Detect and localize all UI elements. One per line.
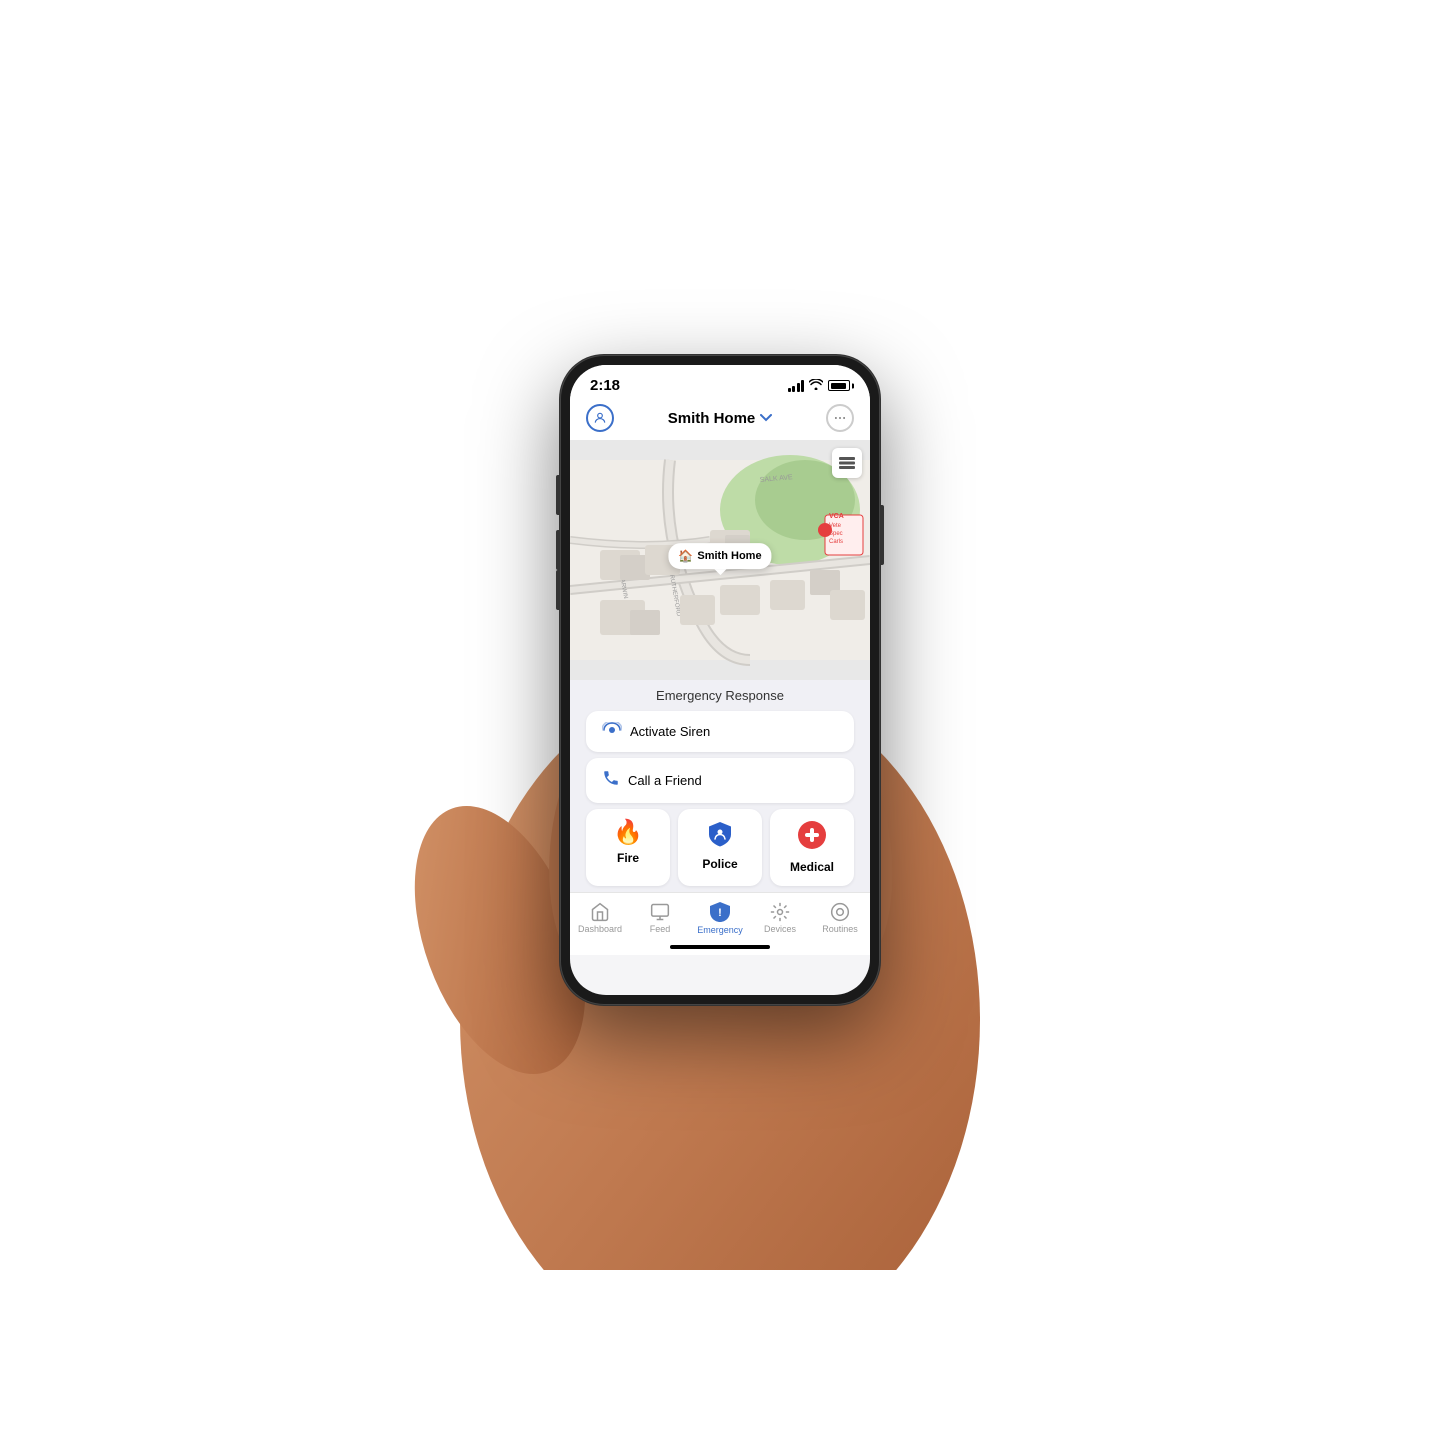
devices-nav-icon (770, 902, 790, 922)
profile-button[interactable] (586, 404, 614, 432)
fire-icon: 🔥 (613, 821, 643, 845)
more-button[interactable] (826, 404, 854, 432)
app-container: 2:18 (320, 170, 1120, 1270)
police-label: Police (702, 857, 737, 871)
map-layer-button[interactable] (832, 448, 862, 478)
more-icon (833, 411, 847, 425)
status-icons (788, 379, 851, 393)
phone-wrapper: 2:18 (560, 355, 880, 1005)
status-time: 2:18 (590, 377, 620, 394)
police-card[interactable]: Police (678, 809, 762, 886)
location-bubble: 🏠 Smith Home (668, 543, 771, 569)
emergency-nav-icon: ! (709, 901, 731, 923)
emergency-section: Emergency Response Activ (570, 680, 870, 892)
map-location-pin[interactable]: 🏠 Smith Home (668, 543, 771, 569)
layers-icon (839, 457, 855, 469)
nav-devices[interactable]: Devices (750, 902, 810, 934)
wifi-icon (809, 379, 823, 393)
battery-icon (828, 380, 850, 391)
nav-feed[interactable]: Feed (630, 902, 690, 934)
nav-devices-label: Devices (764, 924, 796, 934)
siren-icon (602, 722, 622, 741)
fire-label: Fire (617, 851, 639, 865)
location-label: Smith Home (697, 550, 761, 562)
app-header: Smith Home (570, 398, 870, 440)
nav-routines[interactable]: Routines (810, 902, 870, 934)
medical-card[interactable]: Medical (770, 809, 854, 886)
signal-icon (788, 380, 805, 392)
nav-routines-label: Routines (822, 924, 858, 934)
svg-text:Vete: Vete (829, 523, 842, 529)
activate-siren-label: Activate Siren (630, 724, 710, 739)
map-area[interactable]: SALK AVE RUTHERFORD RD. RUTHERFORD DARWI… (570, 440, 870, 680)
phone-screen: 2:18 (570, 365, 870, 995)
feed-nav-icon (650, 902, 670, 922)
nav-emergency[interactable]: ! Emergency (690, 901, 750, 935)
home-nav-icon (590, 902, 610, 922)
phone-frame: 2:18 (560, 355, 880, 1005)
nav-emergency-label: Emergency (697, 925, 743, 935)
medical-icon (798, 821, 826, 854)
home-pin-icon: 🏠 (678, 549, 693, 563)
home-bar (570, 941, 870, 955)
svg-text:!: ! (718, 907, 722, 919)
emergency-cards: 🔥 Fire Police (586, 809, 854, 886)
call-friend-button[interactable]: Call a Friend (586, 758, 854, 803)
svg-text:Carls: Carls (829, 539, 843, 545)
home-name-label: Smith Home (668, 410, 756, 427)
header-title[interactable]: Smith Home (668, 410, 773, 427)
nav-dashboard-label: Dashboard (578, 924, 622, 934)
activate-siren-button[interactable]: Activate Siren (586, 711, 854, 752)
nav-dashboard[interactable]: Dashboard (570, 902, 630, 934)
routines-nav-icon (830, 902, 850, 922)
fire-card[interactable]: 🔥 Fire (586, 809, 670, 886)
police-icon (707, 821, 733, 851)
emergency-section-title: Emergency Response (586, 688, 854, 703)
chevron-down-icon (760, 414, 772, 422)
medical-label: Medical (790, 860, 834, 874)
status-bar: 2:18 (570, 365, 870, 398)
nav-feed-label: Feed (650, 924, 671, 934)
svg-text:Spec: Spec (829, 531, 843, 537)
svg-text:VCA: VCA (829, 513, 844, 520)
bottom-nav: Dashboard Feed (570, 892, 870, 941)
call-icon (602, 769, 620, 792)
home-indicator (670, 945, 770, 949)
call-friend-label: Call a Friend (628, 773, 702, 788)
